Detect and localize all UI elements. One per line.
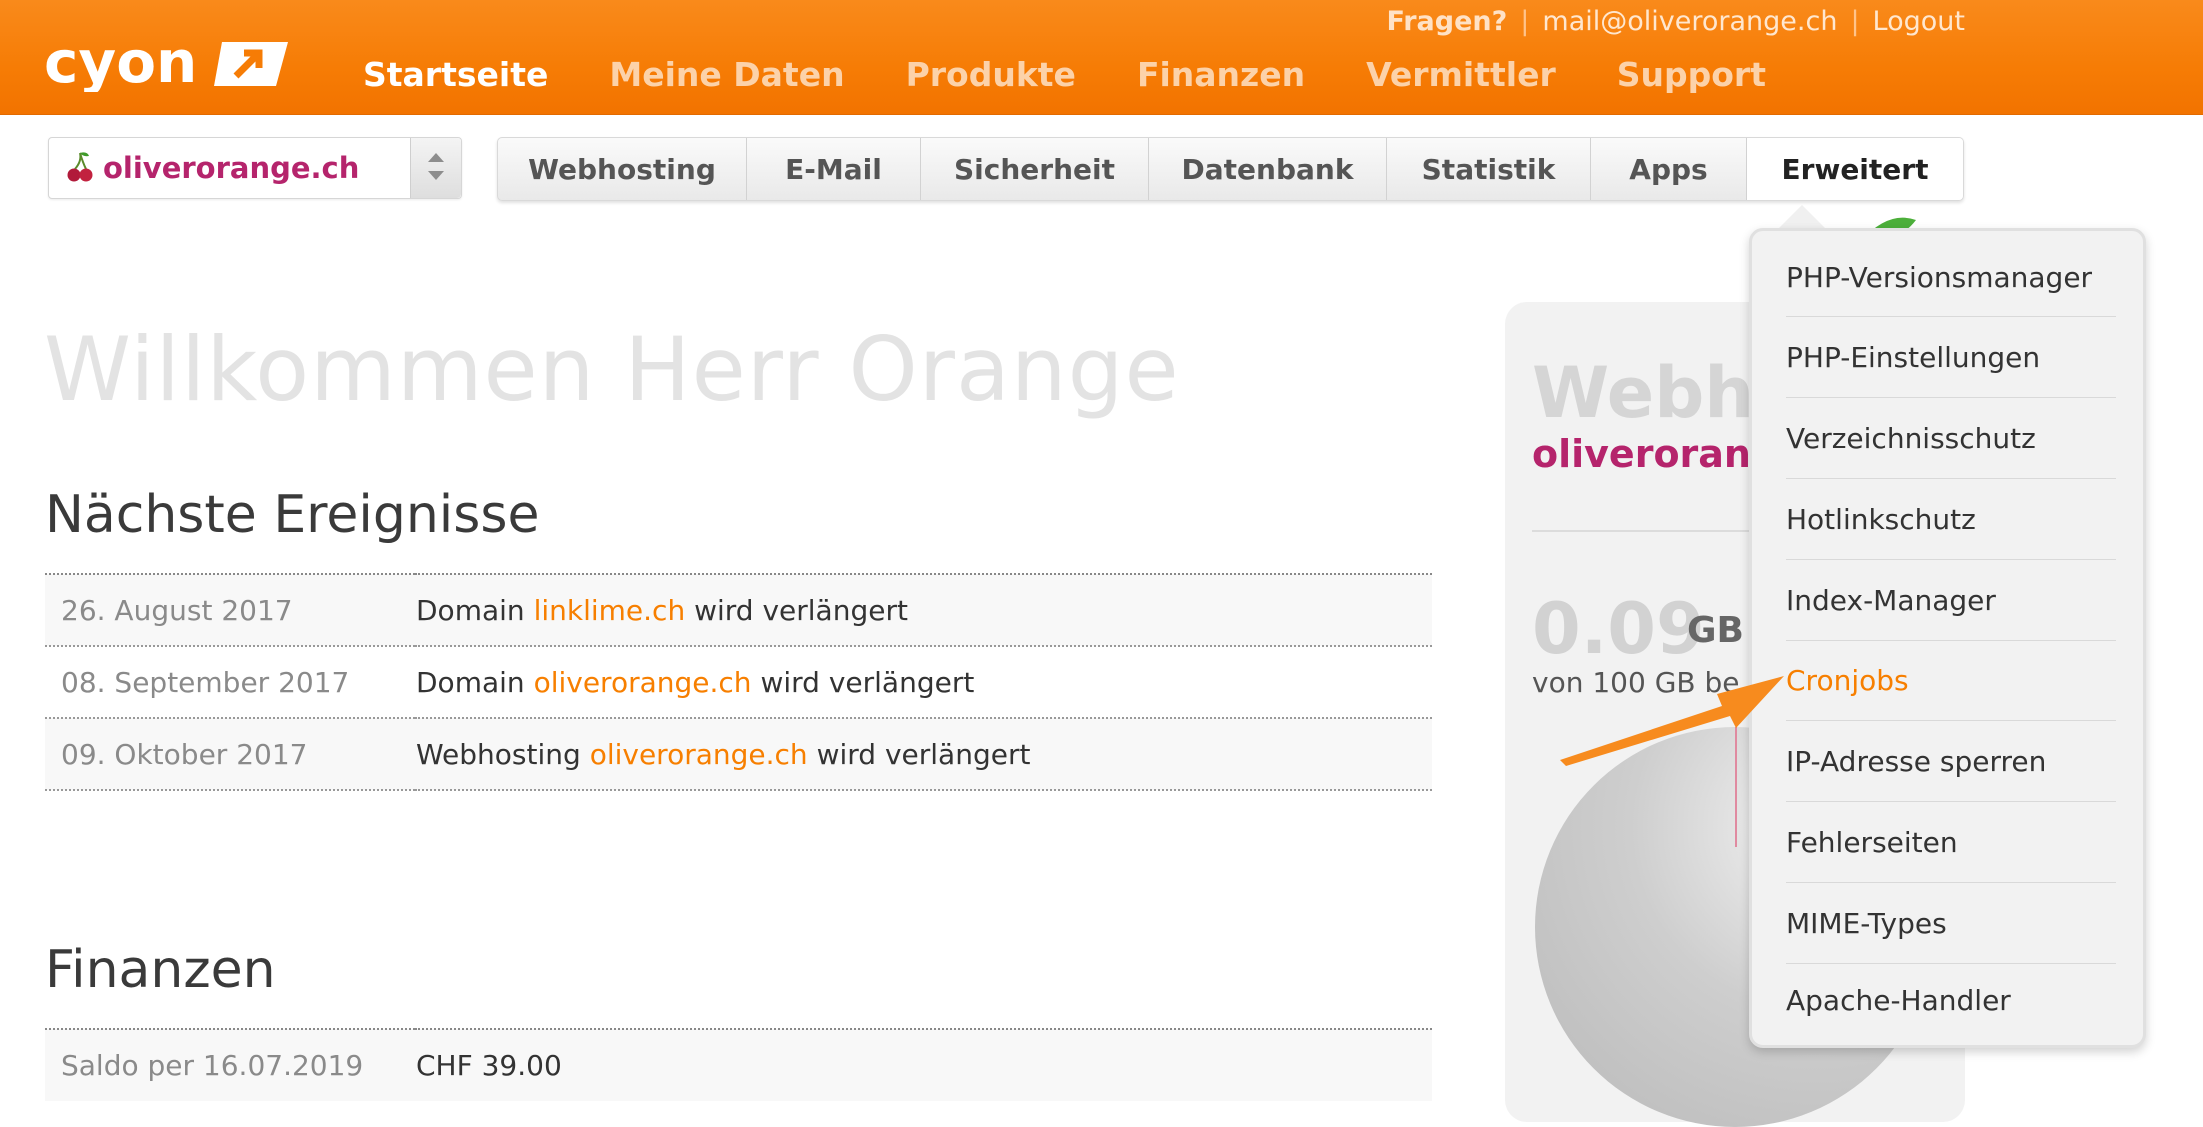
nav-finanzen[interactable]: Finanzen (1137, 55, 1305, 94)
nav-produkte[interactable]: Produkte (906, 55, 1076, 94)
menu-item-cronjobs[interactable]: Cronjobs (1786, 664, 2116, 697)
dropdown-caret (1778, 205, 1826, 229)
divider (1786, 720, 2116, 721)
tab-datenbank[interactable]: Datenbank (1149, 138, 1387, 200)
table-row: 09. Oktober 2017 Webhosting oliverorange… (45, 718, 1432, 790)
service-tabs: Webhosting E-Mail Sicherheit Datenbank S… (497, 137, 1964, 201)
event-suffix: wird verlängert (807, 737, 1031, 771)
chevron-up-icon (428, 153, 444, 162)
tab-erweitert[interactable]: Erweitert (1747, 138, 1963, 200)
finanzen-heading: Finanzen (45, 940, 276, 1000)
event-prefix: Webhosting (416, 737, 590, 771)
menu-item-php-einstellungen[interactable]: PHP-Einstellungen (1786, 341, 2116, 374)
menu-item-hotlinkschutz[interactable]: Hotlinkschutz (1786, 503, 2116, 536)
main-nav: Startseite Meine Daten Produkte Finanzen… (363, 55, 1827, 94)
divider (1786, 963, 2116, 964)
event-text: Domain oliverorange.ch wird verlängert (415, 646, 1432, 718)
tab-statistik[interactable]: Statistik (1387, 138, 1591, 200)
event-domain-link[interactable]: linklime.ch (534, 594, 686, 627)
menu-item-mime-types[interactable]: MIME-Types (1786, 907, 2116, 940)
divider (1786, 397, 2116, 398)
events-table: 26. August 2017 Domain linklime.ch wird … (45, 573, 1432, 791)
domain-select-stepper[interactable] (410, 138, 461, 198)
divider (1786, 882, 2116, 883)
divider (1786, 316, 2116, 317)
divider: | (1520, 5, 1530, 37)
event-domain-link[interactable]: oliverorange.ch (534, 666, 752, 699)
event-prefix: Domain (416, 593, 534, 627)
table-row: 26. August 2017 Domain linklime.ch wird … (45, 574, 1432, 646)
logout-link[interactable]: Logout (1873, 6, 1965, 37)
tab-webhosting[interactable]: Webhosting (498, 138, 747, 200)
event-prefix: Domain (416, 665, 534, 699)
cyon-logo[interactable]: cyon (44, 36, 288, 92)
event-date: 09. Oktober 2017 (61, 737, 308, 771)
nav-meine-daten[interactable]: Meine Daten (609, 55, 844, 94)
erweitert-dropdown-menu: PHP-Versionsmanager PHP-Einstellungen Ve… (1749, 228, 2146, 1048)
table-row: Saldo per 16.07.2019 CHF 39.00 (45, 1029, 1432, 1101)
top-links: Fragen? | mail@oliverorange.ch | Logout (1387, 3, 1966, 39)
events-heading: Nächste Ereignisse (45, 485, 540, 545)
event-suffix: wird verlängert (751, 665, 975, 699)
storage-unit: GB (1687, 610, 1744, 651)
tab-email[interactable]: E-Mail (747, 138, 921, 200)
event-domain-link[interactable]: oliverorange.ch (590, 738, 808, 771)
event-date: 08. September 2017 (61, 665, 350, 699)
menu-item-index-manager[interactable]: Index-Manager (1786, 584, 2116, 617)
help-question-link[interactable]: Fragen? (1387, 6, 1508, 37)
divider (1786, 801, 2116, 802)
nav-startseite[interactable]: Startseite (363, 55, 548, 94)
menu-item-php-versionsmanager[interactable]: PHP-Versionsmanager (1786, 261, 2116, 294)
saldo-label: Saldo per 16.07.2019 (61, 1049, 364, 1082)
divider: | (1850, 5, 1860, 37)
chevron-down-icon (428, 171, 444, 180)
divider (1786, 559, 2116, 560)
domain-select[interactable]: oliverorange.ch (48, 137, 462, 199)
cherry-icon (67, 152, 93, 182)
event-suffix: wird verlängert (685, 593, 908, 627)
page-title: Willkommen Herr Orange (44, 318, 1180, 421)
tab-sicherheit[interactable]: Sicherheit (921, 138, 1149, 200)
menu-item-ip-adresse-sperren[interactable]: IP-Adresse sperren (1786, 745, 2116, 778)
menu-item-fehlerseiten[interactable]: Fehlerseiten (1786, 826, 2116, 859)
nav-vermittler[interactable]: Vermittler (1366, 55, 1556, 94)
table-row: 08. September 2017 Domain oliverorange.c… (45, 646, 1432, 718)
top-header: cyon Fragen? | mail@oliverorange.ch | Lo… (0, 0, 2203, 115)
annotation-arrow-icon (1560, 676, 1784, 766)
email-link[interactable]: mail@oliverorange.ch (1542, 6, 1837, 37)
svg-text:cyon: cyon (44, 36, 197, 92)
divider (1786, 640, 2116, 641)
finanzen-table: Saldo per 16.07.2019 CHF 39.00 (45, 1028, 1432, 1101)
divider (1786, 478, 2116, 479)
event-date: 26. August 2017 (61, 593, 293, 627)
event-text: Webhosting oliverorange.ch wird verlänge… (415, 718, 1432, 790)
menu-item-apache-handler[interactable]: Apache-Handler (1786, 984, 2116, 1017)
menu-item-verzeichnisschutz[interactable]: Verzeichnisschutz (1786, 422, 2116, 455)
saldo-value: CHF 39.00 (416, 1049, 562, 1082)
tab-apps[interactable]: Apps (1591, 138, 1747, 200)
event-text: Domain linklime.ch wird verlängert (415, 574, 1432, 646)
domain-select-value: oliverorange.ch (103, 151, 360, 185)
nav-support[interactable]: Support (1617, 55, 1766, 94)
